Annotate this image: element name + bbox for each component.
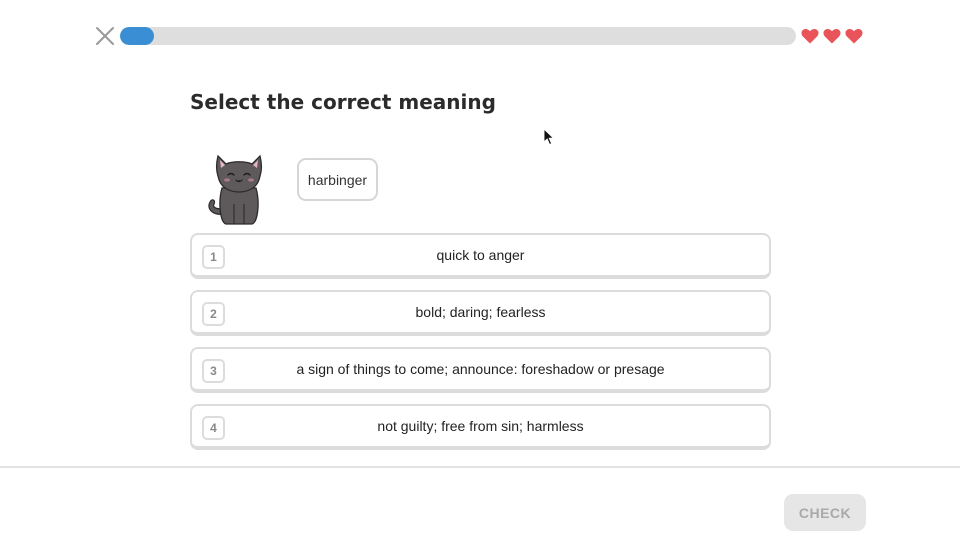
- close-button[interactable]: [94, 25, 116, 47]
- choice-text: a sign of things to come; announce: fore…: [296, 361, 665, 377]
- choice-number: 1: [202, 245, 225, 269]
- choice-list: 1 quick to anger 2 bold; daring; fearles…: [190, 233, 772, 461]
- word-bubble: harbinger: [297, 158, 378, 201]
- mouse-cursor-icon: [543, 128, 555, 146]
- choice-number: 4: [202, 416, 225, 440]
- heart-icon: [823, 28, 841, 44]
- choice-number: 3: [202, 359, 225, 383]
- choice-option-1[interactable]: 1 quick to anger: [190, 233, 771, 279]
- choice-text: bold; daring; fearless: [415, 304, 546, 320]
- choice-number: 2: [202, 302, 225, 326]
- lives-hearts: [800, 26, 864, 46]
- footer-divider: [0, 466, 960, 468]
- heart-icon: [845, 28, 863, 44]
- close-icon: [96, 27, 114, 45]
- choice-option-4[interactable]: 4 not guilty; free from sin; harmless: [190, 404, 771, 450]
- progress-bar: [120, 27, 796, 45]
- heart-icon: [801, 28, 819, 44]
- choice-option-3[interactable]: 3 a sign of things to come; announce: fo…: [190, 347, 771, 393]
- choice-text: not guilty; free from sin; harmless: [377, 418, 584, 434]
- question-title: Select the correct meaning: [190, 90, 496, 114]
- cat-mascot-icon: [208, 154, 263, 225]
- check-button[interactable]: CHECK: [784, 494, 866, 531]
- choice-text: quick to anger: [436, 247, 525, 263]
- choice-option-2[interactable]: 2 bold; daring; fearless: [190, 290, 771, 336]
- progress-fill: [120, 27, 154, 45]
- top-bar: [0, 0, 960, 70]
